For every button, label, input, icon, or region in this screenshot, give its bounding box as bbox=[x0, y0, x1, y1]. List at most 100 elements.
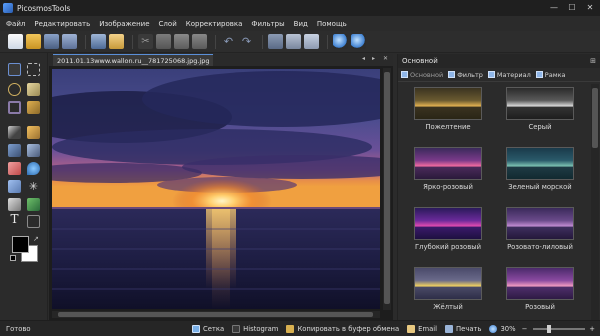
minimize-icon[interactable]: — bbox=[548, 2, 560, 13]
menu-adjust[interactable]: Корректировка bbox=[186, 20, 243, 28]
tab-frame-icon bbox=[535, 71, 543, 78]
crop-tool-icon[interactable] bbox=[8, 101, 21, 114]
zoom-out-icon[interactable] bbox=[351, 34, 366, 49]
filter-item[interactable]: Ярко-розовый bbox=[408, 147, 488, 191]
delete-icon[interactable] bbox=[192, 34, 207, 49]
filter-item[interactable]: Зеленый морской bbox=[500, 147, 580, 191]
save-icon[interactable] bbox=[44, 34, 59, 49]
close-icon[interactable]: ✕ bbox=[584, 2, 596, 13]
tab-right-icon[interactable]: ▸ bbox=[372, 55, 375, 62]
filter-thumbnail bbox=[506, 267, 574, 300]
menu-layer[interactable]: Слой bbox=[159, 20, 177, 28]
histogram-button[interactable]: Histogram bbox=[232, 324, 278, 333]
zoom-icon bbox=[489, 324, 498, 333]
blur-icon[interactable] bbox=[27, 162, 40, 175]
filter-item[interactable]: Жёлтый bbox=[408, 267, 488, 311]
color-picker-icon[interactable] bbox=[8, 198, 21, 211]
zoom-slider-knob[interactable] bbox=[547, 324, 552, 333]
filter-item[interactable]: Пожелтение bbox=[408, 87, 488, 131]
tab-material-icon bbox=[487, 71, 495, 78]
clone-icon[interactable] bbox=[8, 144, 21, 157]
pencil-icon[interactable] bbox=[27, 126, 40, 139]
menu-edit[interactable]: Редактировать bbox=[34, 20, 90, 28]
canvas-horizontal-scroll-thumb[interactable] bbox=[58, 312, 373, 317]
crop-icon[interactable] bbox=[268, 34, 283, 49]
email-label: Email bbox=[418, 324, 438, 333]
redo-icon[interactable]: ↷ bbox=[239, 34, 254, 49]
zoom-in-small-icon[interactable]: + bbox=[589, 325, 595, 333]
foreground-color-swatch[interactable] bbox=[12, 236, 29, 253]
fill-bucket-icon[interactable] bbox=[8, 180, 21, 193]
new-file-icon[interactable] bbox=[8, 34, 23, 49]
filter-label: Серый bbox=[528, 123, 552, 131]
zoom-slider[interactable] bbox=[533, 324, 586, 333]
tab-left-icon[interactable]: ◂ bbox=[362, 55, 365, 62]
gradient-icon[interactable] bbox=[27, 198, 40, 211]
grid-toggle[interactable]: Сетка bbox=[192, 324, 225, 333]
email-button[interactable]: Email bbox=[407, 324, 438, 333]
menu-bar: Файл Редактировать Изображение Слой Корр… bbox=[0, 16, 600, 31]
copy-icon[interactable] bbox=[156, 34, 171, 49]
filter-item[interactable]: Розовый bbox=[500, 267, 580, 311]
menu-image[interactable]: Изображение bbox=[99, 20, 149, 28]
filter-thumbnail bbox=[506, 87, 574, 120]
save-as-icon[interactable] bbox=[62, 34, 77, 49]
copy-clipboard-button[interactable]: Копировать в буфер обмена bbox=[286, 324, 400, 333]
brush-icon[interactable] bbox=[8, 126, 21, 139]
print-button[interactable]: Печать bbox=[445, 324, 481, 333]
canvas-vertical-scrollbar[interactable] bbox=[383, 68, 391, 310]
menu-help[interactable]: Помощь bbox=[317, 20, 347, 28]
zoom-in-icon[interactable] bbox=[333, 34, 348, 49]
filter-thumbnail bbox=[414, 147, 482, 180]
move-tool-icon[interactable] bbox=[8, 63, 21, 76]
reset-colors-icon[interactable] bbox=[10, 255, 16, 261]
menu-view[interactable]: Вид bbox=[294, 20, 308, 28]
cut-icon[interactable]: ✂ bbox=[138, 34, 153, 49]
flip-icon[interactable] bbox=[286, 34, 301, 49]
paste-icon[interactable] bbox=[174, 34, 189, 49]
smudge-icon[interactable] bbox=[27, 144, 40, 157]
tab-material[interactable]: Материал bbox=[487, 71, 531, 79]
grid-label: Сетка bbox=[203, 324, 225, 333]
text-tool-icon[interactable]: T bbox=[8, 213, 21, 226]
canvas-area[interactable] bbox=[49, 66, 393, 320]
document-tabbar: 2011.01.13www.wallon.ru__781725068.jpg.j… bbox=[49, 54, 393, 66]
filter-item[interactable]: Розовато-лиловый bbox=[500, 207, 580, 251]
print-icon bbox=[445, 324, 454, 333]
tab-filter[interactable]: Фильтр bbox=[448, 71, 483, 79]
copy-clipboard-label: Копировать в буфер обмена bbox=[297, 324, 400, 333]
sharpen-icon[interactable]: ✳ bbox=[27, 180, 40, 193]
sunset-photo[interactable] bbox=[52, 69, 380, 309]
zoom-out-small-icon[interactable]: − bbox=[522, 325, 528, 333]
print-icon[interactable] bbox=[91, 34, 106, 49]
canvas-vertical-scroll-thumb[interactable] bbox=[384, 72, 390, 304]
panel-title: Основной bbox=[402, 57, 438, 65]
lasso-icon[interactable] bbox=[8, 83, 21, 96]
menu-filters[interactable]: Фильтры bbox=[251, 20, 284, 28]
tab-frame[interactable]: Рамка bbox=[535, 71, 566, 79]
filter-list: Пожелтение Серый Ярко-розовый Зеленый мо… bbox=[398, 84, 588, 320]
histogram-icon bbox=[232, 324, 241, 333]
menu-file[interactable]: Файл bbox=[6, 20, 25, 28]
zoom-value: 30% bbox=[500, 324, 516, 333]
eraser-icon[interactable] bbox=[8, 162, 21, 175]
document-tab[interactable]: 2011.01.13www.wallon.ru__781725068.jpg.j… bbox=[53, 54, 214, 66]
shape-tool-icon[interactable] bbox=[27, 215, 40, 228]
tab-close-icon[interactable]: ✕ bbox=[383, 55, 388, 62]
canvas-horizontal-scrollbar[interactable] bbox=[52, 311, 380, 318]
magic-wand-icon[interactable] bbox=[27, 83, 40, 96]
open-folder-icon[interactable] bbox=[26, 34, 41, 49]
healing-icon[interactable] bbox=[27, 101, 40, 114]
tab-basic[interactable]: Основной bbox=[401, 71, 443, 79]
panel-pin-icon[interactable]: ⊞ bbox=[590, 57, 596, 65]
filter-item[interactable]: Глубокий розовый bbox=[408, 207, 488, 251]
panel-vertical-scrollbar[interactable] bbox=[591, 84, 599, 320]
rect-select-icon[interactable] bbox=[27, 63, 40, 76]
email-icon[interactable] bbox=[109, 34, 124, 49]
swap-colors-icon[interactable]: ↗ bbox=[33, 235, 39, 243]
panel-vertical-scroll-thumb[interactable] bbox=[592, 88, 598, 148]
filter-item[interactable]: Серый bbox=[500, 87, 580, 131]
maximize-icon[interactable]: ☐ bbox=[566, 2, 578, 13]
undo-icon[interactable]: ↶ bbox=[221, 34, 236, 49]
rotate-icon[interactable] bbox=[304, 34, 319, 49]
